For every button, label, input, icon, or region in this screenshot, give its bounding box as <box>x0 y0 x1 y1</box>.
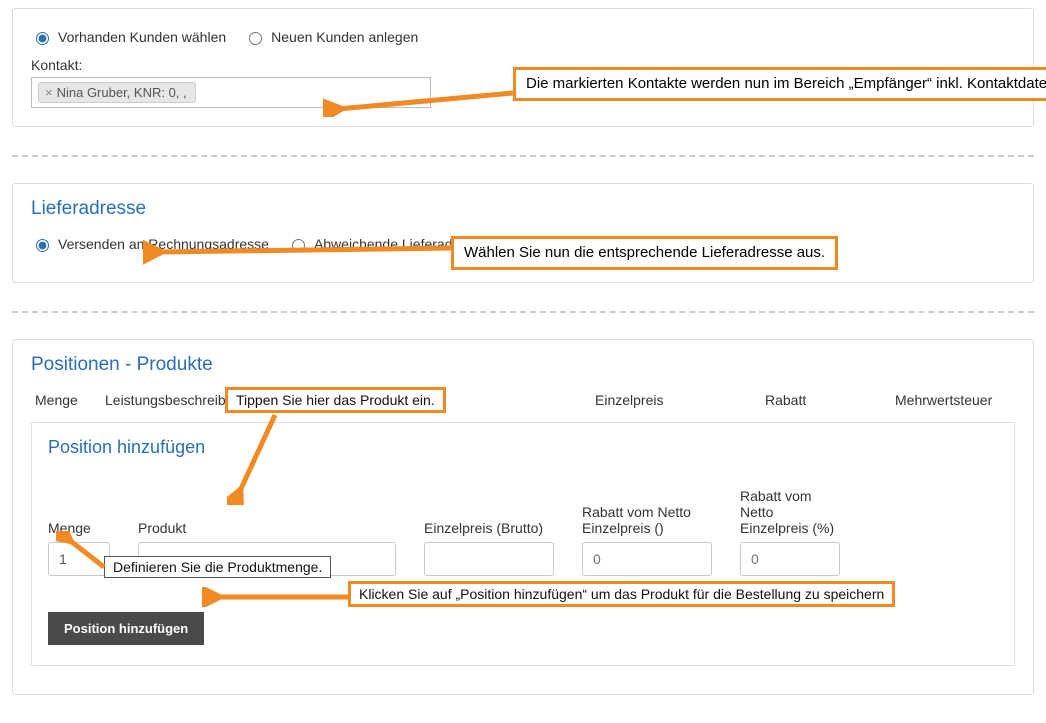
col-menge: Menge <box>35 392 95 408</box>
field-rabatt-abs: Rabatt vom Netto Einzelpreis () <box>582 504 712 576</box>
radio-new-label: Neuen Kunden anlegen <box>271 29 418 45</box>
add-position-button[interactable]: Position hinzufügen <box>48 612 204 645</box>
contact-tag-input[interactable]: × Nina Gruber, KNR: 0, , <box>31 77 431 108</box>
input-rabatt-abs[interactable] <box>582 542 712 576</box>
radio-billing-label: Versenden an Rechnungsadresse <box>58 236 269 252</box>
customer-radio-group: Vorhanden Kunden wählen Neuen Kunden anl… <box>31 29 1015 45</box>
radio-billing-address[interactable]: Versenden an Rechnungsadresse <box>31 236 269 252</box>
field-einzelpreis: Einzelpreis (Brutto) <box>424 520 554 576</box>
col-mwst: Mehrwertsteuer <box>895 392 1046 408</box>
radio-existing-customer[interactable]: Vorhanden Kunden wählen <box>31 29 226 45</box>
col-rabatt: Rabatt <box>765 392 885 408</box>
callout-delivery: Wählen Sie nun die entsprechende Liefera… <box>451 236 838 270</box>
label-einzelpreis: Einzelpreis (Brutto) <box>424 520 554 536</box>
radio-new-customer-input[interactable] <box>249 32 262 45</box>
add-position-subpanel: Position hinzufügen Menge Produkt Einzel… <box>31 422 1015 666</box>
contact-tag: × Nina Gruber, KNR: 0, , <box>38 82 196 103</box>
callout-menge: Definieren Sie die Produktmenge. <box>104 556 331 578</box>
field-rabatt-pct: Rabatt vom Netto Einzelpreis (%) <box>740 488 840 576</box>
delivery-panel: Lieferadresse Versenden an Rechnungsadre… <box>12 183 1034 283</box>
positions-title: Positionen - Produkte <box>31 354 1015 376</box>
delivery-title: Lieferadresse <box>31 198 1015 220</box>
positions-table-head: Menge Leistungsbeschreibung Einzelpreis … <box>31 392 1015 408</box>
callout-button: Klicken Sie auf „Position hinzufügen“ um… <box>348 581 895 607</box>
add-position-title: Position hinzufügen <box>48 437 998 458</box>
label-produkt: Produkt <box>138 520 396 536</box>
radio-existing-customer-input[interactable] <box>36 32 49 45</box>
label-menge: Menge <box>48 520 110 536</box>
contact-panel: Vorhanden Kunden wählen Neuen Kunden anl… <box>12 8 1034 127</box>
radio-billing-input[interactable] <box>36 239 49 252</box>
input-einzelpreis[interactable] <box>424 542 554 576</box>
radio-other-input[interactable] <box>292 239 305 252</box>
contact-tag-value: Nina Gruber, KNR: 0, , <box>57 85 187 100</box>
callout-produkt: Tippen Sie hier das Produkt ein. <box>225 387 446 413</box>
callout-contact: Die markierten Kontakte werden nun im Be… <box>513 67 1046 101</box>
field-menge: Menge <box>48 520 110 576</box>
positions-panel: Positionen - Produkte Menge Leistungsbes… <box>12 339 1034 695</box>
radio-new-customer[interactable]: Neuen Kunden anlegen <box>244 29 418 45</box>
radio-existing-label: Vorhanden Kunden wählen <box>58 29 226 45</box>
input-rabatt-pct[interactable] <box>740 542 840 576</box>
label-rabatt-abs: Rabatt vom Netto Einzelpreis () <box>582 504 712 536</box>
label-rabatt-pct: Rabatt vom Netto Einzelpreis (%) <box>740 488 840 536</box>
section-divider <box>12 155 1034 157</box>
section-divider-2 <box>12 311 1034 313</box>
input-menge[interactable] <box>48 542 110 576</box>
col-einzel: Einzelpreis <box>595 392 755 408</box>
remove-tag-icon[interactable]: × <box>45 85 53 100</box>
